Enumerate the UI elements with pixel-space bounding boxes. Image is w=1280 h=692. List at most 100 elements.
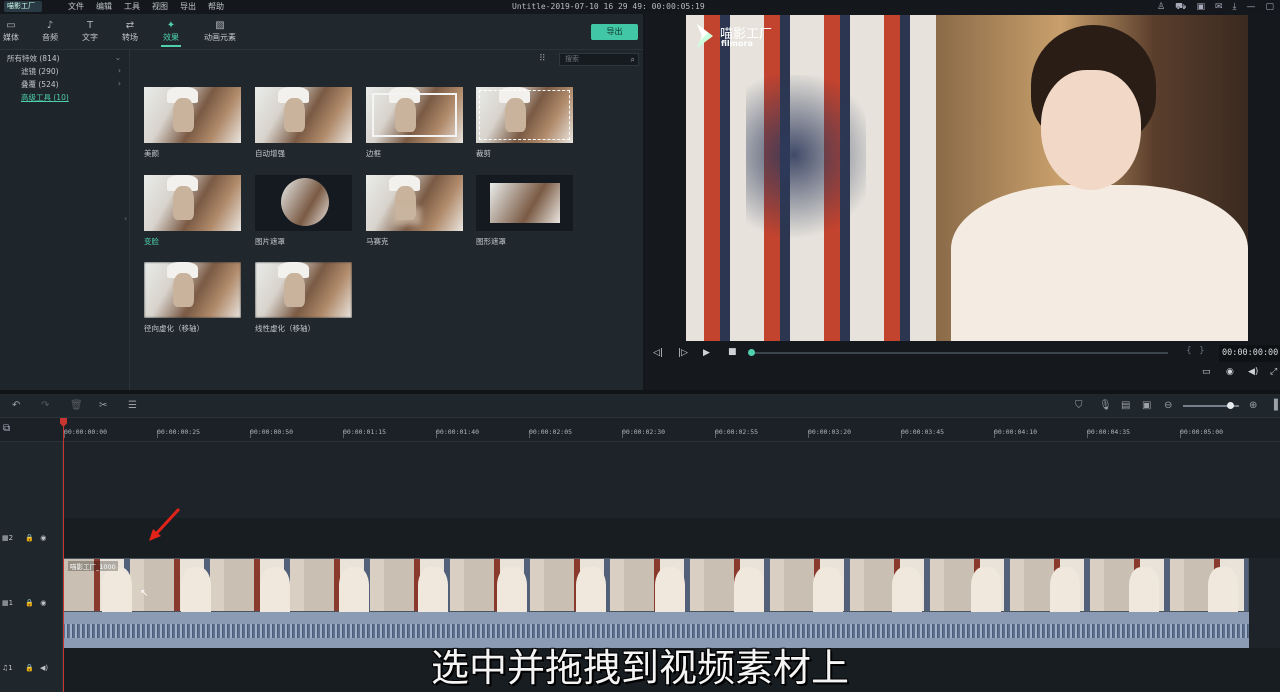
effects-icon: ✦: [166, 20, 176, 31]
add-track-icon[interactable]: ⧉: [3, 423, 10, 434]
microphone-icon[interactable]: 🎙: [1099, 394, 1112, 418]
tab-effects[interactable]: ✦ 效果: [161, 20, 181, 47]
redo-icon[interactable]: ↷: [41, 394, 49, 418]
effect-auto-enhance[interactable]: [255, 87, 352, 143]
tab-transitions[interactable]: ⇄ 转场: [122, 20, 138, 43]
render-icon[interactable]: ▣: [1142, 394, 1151, 418]
zoom-slider-handle[interactable]: [1227, 402, 1234, 409]
ruler-label: 00:00:00:25: [157, 428, 201, 436]
fullscreen-icon[interactable]: ⤢: [1270, 367, 1277, 377]
eye-icon[interactable]: ◉: [40, 599, 46, 607]
adjust-icon[interactable]: ☰: [128, 394, 137, 418]
clip-frame: [418, 567, 448, 613]
track-row-2: [0, 518, 1280, 558]
effect-face-off[interactable]: [144, 175, 241, 231]
ruler-label: 00:00:03:45: [901, 428, 945, 436]
effect-label: 径向虚化（移轴）: [144, 324, 204, 333]
menu-help[interactable]: 帮助: [208, 0, 224, 14]
clip-frame: [892, 567, 922, 613]
mark-out-icon[interactable]: }: [1199, 346, 1205, 356]
step-back-icon[interactable]: |▷: [678, 348, 688, 358]
menu-bar: 文件 编辑 工具 视图 导出 帮助: [68, 0, 224, 14]
video-clip[interactable]: [63, 558, 1249, 613]
volume-icon[interactable]: ◀): [1248, 367, 1258, 377]
skip-back-icon[interactable]: ◁|: [653, 348, 663, 358]
search-input[interactable]: 搜索 ⌕: [559, 53, 639, 66]
ruler-label: 00:00:02:05: [529, 428, 573, 436]
search-icon[interactable]: ⌕: [631, 54, 635, 65]
minimize-icon[interactable]: —: [1246, 0, 1255, 14]
save-icon[interactable]: ▣: [1196, 0, 1205, 14]
effects-sidebar: 所有特效 (814) ⌄ 滤镜 (290) › 叠覆 (524) › 高级工具 (10…: [0, 50, 130, 390]
collapse-panel-icon[interactable]: ‹: [124, 214, 127, 223]
chevron-down-icon: ⌄: [114, 53, 121, 62]
export-button[interactable]: 导出: [591, 24, 638, 40]
mail-icon[interactable]: ✉: [1215, 0, 1223, 14]
zoom-out-icon[interactable]: ⊖: [1164, 394, 1172, 418]
clip-frame: [1208, 567, 1238, 613]
account-icon[interactable]: ♙: [1157, 0, 1165, 14]
display-settings-icon[interactable]: ▭: [1202, 367, 1211, 377]
tab-media[interactable]: ▭ 媒体: [3, 20, 19, 43]
playback-progress-bar[interactable]: [750, 352, 1168, 354]
menu-tools[interactable]: 工具: [124, 0, 140, 14]
clip-frame: [339, 567, 369, 613]
audio-mixer-icon[interactable]: ▤: [1121, 394, 1130, 418]
track-header-video-2: ▦2 🔒 ◉: [2, 534, 47, 542]
effect-beauty[interactable]: [144, 87, 241, 143]
effect-label: 自动增强: [255, 149, 285, 158]
ruler-label: 00:00:04:10: [994, 428, 1038, 436]
effect-shape-mask[interactable]: [476, 175, 573, 231]
download-icon[interactable]: ⤓: [1233, 0, 1237, 14]
preview-timecode: 00:00:00:00: [1219, 345, 1280, 362]
window-controls: ♙ ⛟ ▣ ✉ ⤓ — ▢: [1157, 0, 1274, 14]
effect-crop[interactable]: [476, 87, 573, 143]
maximize-icon[interactable]: ▢: [1265, 0, 1274, 14]
panel-toggle-icon[interactable]: ▐: [1270, 394, 1278, 418]
marker-icon[interactable]: ⛉: [1075, 394, 1083, 418]
transition-icon: ⇄: [125, 20, 135, 31]
eye-icon[interactable]: ◉: [40, 534, 46, 542]
sidebar-item-filters[interactable]: 滤镜 (290) ›: [21, 66, 125, 77]
tab-elements[interactable]: ▨ 动画元素: [204, 20, 236, 43]
chevron-right-icon: ›: [118, 66, 121, 75]
effect-linear-blur[interactable]: [255, 262, 352, 318]
effect-image-mask[interactable]: [255, 175, 352, 231]
effect-radial-blur[interactable]: [144, 262, 241, 318]
lock-icon[interactable]: 🔒: [25, 599, 34, 607]
tab-audio[interactable]: ♪ 音频: [42, 20, 58, 43]
cut-icon[interactable]: ✂: [99, 394, 107, 418]
grid-view-icon[interactable]: ⠿: [539, 54, 546, 64]
sidebar-item-all[interactable]: 所有特效 (814) ⌄: [7, 53, 125, 64]
snapshot-icon[interactable]: ◉: [1226, 367, 1234, 377]
lock-icon[interactable]: 🔒: [25, 534, 34, 542]
clip-frame: [497, 567, 527, 613]
search-placeholder: 搜索: [565, 55, 579, 63]
timeline-ruler[interactable]: ⧉ 00:00:00:00 00:00:00:25 00:00:00:50 00:00…: [0, 418, 1280, 442]
delete-icon[interactable]: 🗑: [70, 394, 83, 418]
effect-mosaic[interactable]: [366, 175, 463, 231]
app-logo: 喵影工厂: [4, 1, 42, 12]
clip-frame: [734, 567, 764, 613]
menu-view[interactable]: 视图: [152, 0, 168, 14]
stop-icon[interactable]: ■: [728, 347, 737, 357]
effect-label: 美颜: [144, 149, 159, 158]
sidebar-item-overlays[interactable]: 叠覆 (524) ›: [21, 79, 125, 90]
effect-border[interactable]: [366, 87, 463, 143]
sidebar-item-advanced[interactable]: 高级工具 (10): [21, 92, 125, 103]
text-icon: T: [86, 20, 94, 31]
cart-icon[interactable]: ⛟: [1175, 0, 1186, 14]
clip-frame: [813, 567, 843, 613]
ruler-label: 00:00:02:55: [715, 428, 759, 436]
play-icon[interactable]: ▶: [703, 348, 710, 358]
preview-video[interactable]: [686, 15, 1248, 341]
playback-scrubber[interactable]: [748, 349, 755, 356]
clip-frame: [1050, 567, 1080, 613]
menu-file[interactable]: 文件: [68, 0, 84, 14]
menu-export[interactable]: 导出: [180, 0, 196, 14]
undo-icon[interactable]: ↶: [12, 394, 20, 418]
tab-text[interactable]: T 文字: [82, 20, 98, 43]
zoom-in-icon[interactable]: ⊕: [1249, 394, 1257, 418]
mark-in-icon[interactable]: {: [1186, 346, 1192, 356]
menu-edit[interactable]: 编辑: [96, 0, 112, 14]
